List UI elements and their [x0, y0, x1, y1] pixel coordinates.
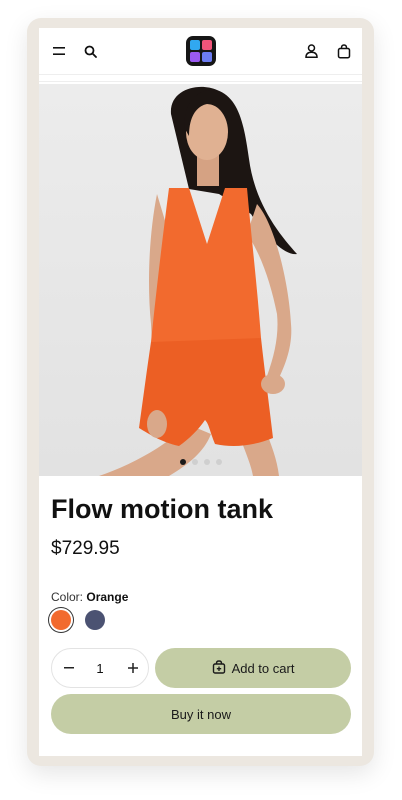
model-illustration	[99, 86, 297, 476]
product-title: Flow motion tank	[51, 494, 273, 524]
swatch-navy[interactable]	[85, 610, 105, 630]
color-selected-value: Orange	[86, 590, 129, 604]
cart-add-icon	[212, 659, 226, 677]
product-price: $729.95	[51, 538, 120, 559]
buy-now-label: Buy it now	[171, 706, 231, 722]
product-page: Flow motion tank $729.95 Color: Orange 1…	[39, 28, 362, 756]
carousel-dot-2[interactable]	[191, 459, 198, 465]
add-to-cart-label: Add to cart	[231, 660, 295, 676]
cart-icon[interactable]	[334, 41, 354, 61]
decrease-quantity-button[interactable]	[54, 649, 84, 687]
color-label: Color: Orange	[51, 590, 128, 604]
swatch-orange[interactable]	[51, 610, 71, 630]
store-logo[interactable]	[186, 36, 216, 66]
device-frame: Flow motion tank $729.95 Color: Orange 1…	[27, 18, 374, 766]
carousel-dot-3[interactable]	[203, 459, 210, 465]
increase-quantity-button[interactable]	[118, 649, 148, 687]
quantity-value[interactable]: 1	[82, 649, 118, 687]
search-icon[interactable]	[80, 41, 100, 61]
logo-square-pink	[202, 40, 212, 50]
quantity-stepper: 1	[51, 648, 149, 688]
logo-square-blue	[190, 40, 200, 50]
header-divider	[39, 81, 362, 82]
carousel-dot-4[interactable]	[215, 459, 222, 465]
color-label-text: Color:	[51, 590, 84, 604]
product-image[interactable]	[39, 84, 362, 476]
logo-square-indigo	[202, 52, 212, 62]
add-to-cart-button[interactable]: Add to cart	[155, 648, 351, 688]
carousel-dots	[39, 459, 362, 465]
logo-square-purple	[190, 52, 200, 62]
menu-icon[interactable]	[49, 41, 69, 61]
buy-now-button[interactable]: Buy it now	[51, 694, 351, 734]
account-icon[interactable]	[301, 41, 321, 61]
header	[39, 28, 362, 75]
carousel-dot-1[interactable]	[179, 459, 186, 465]
